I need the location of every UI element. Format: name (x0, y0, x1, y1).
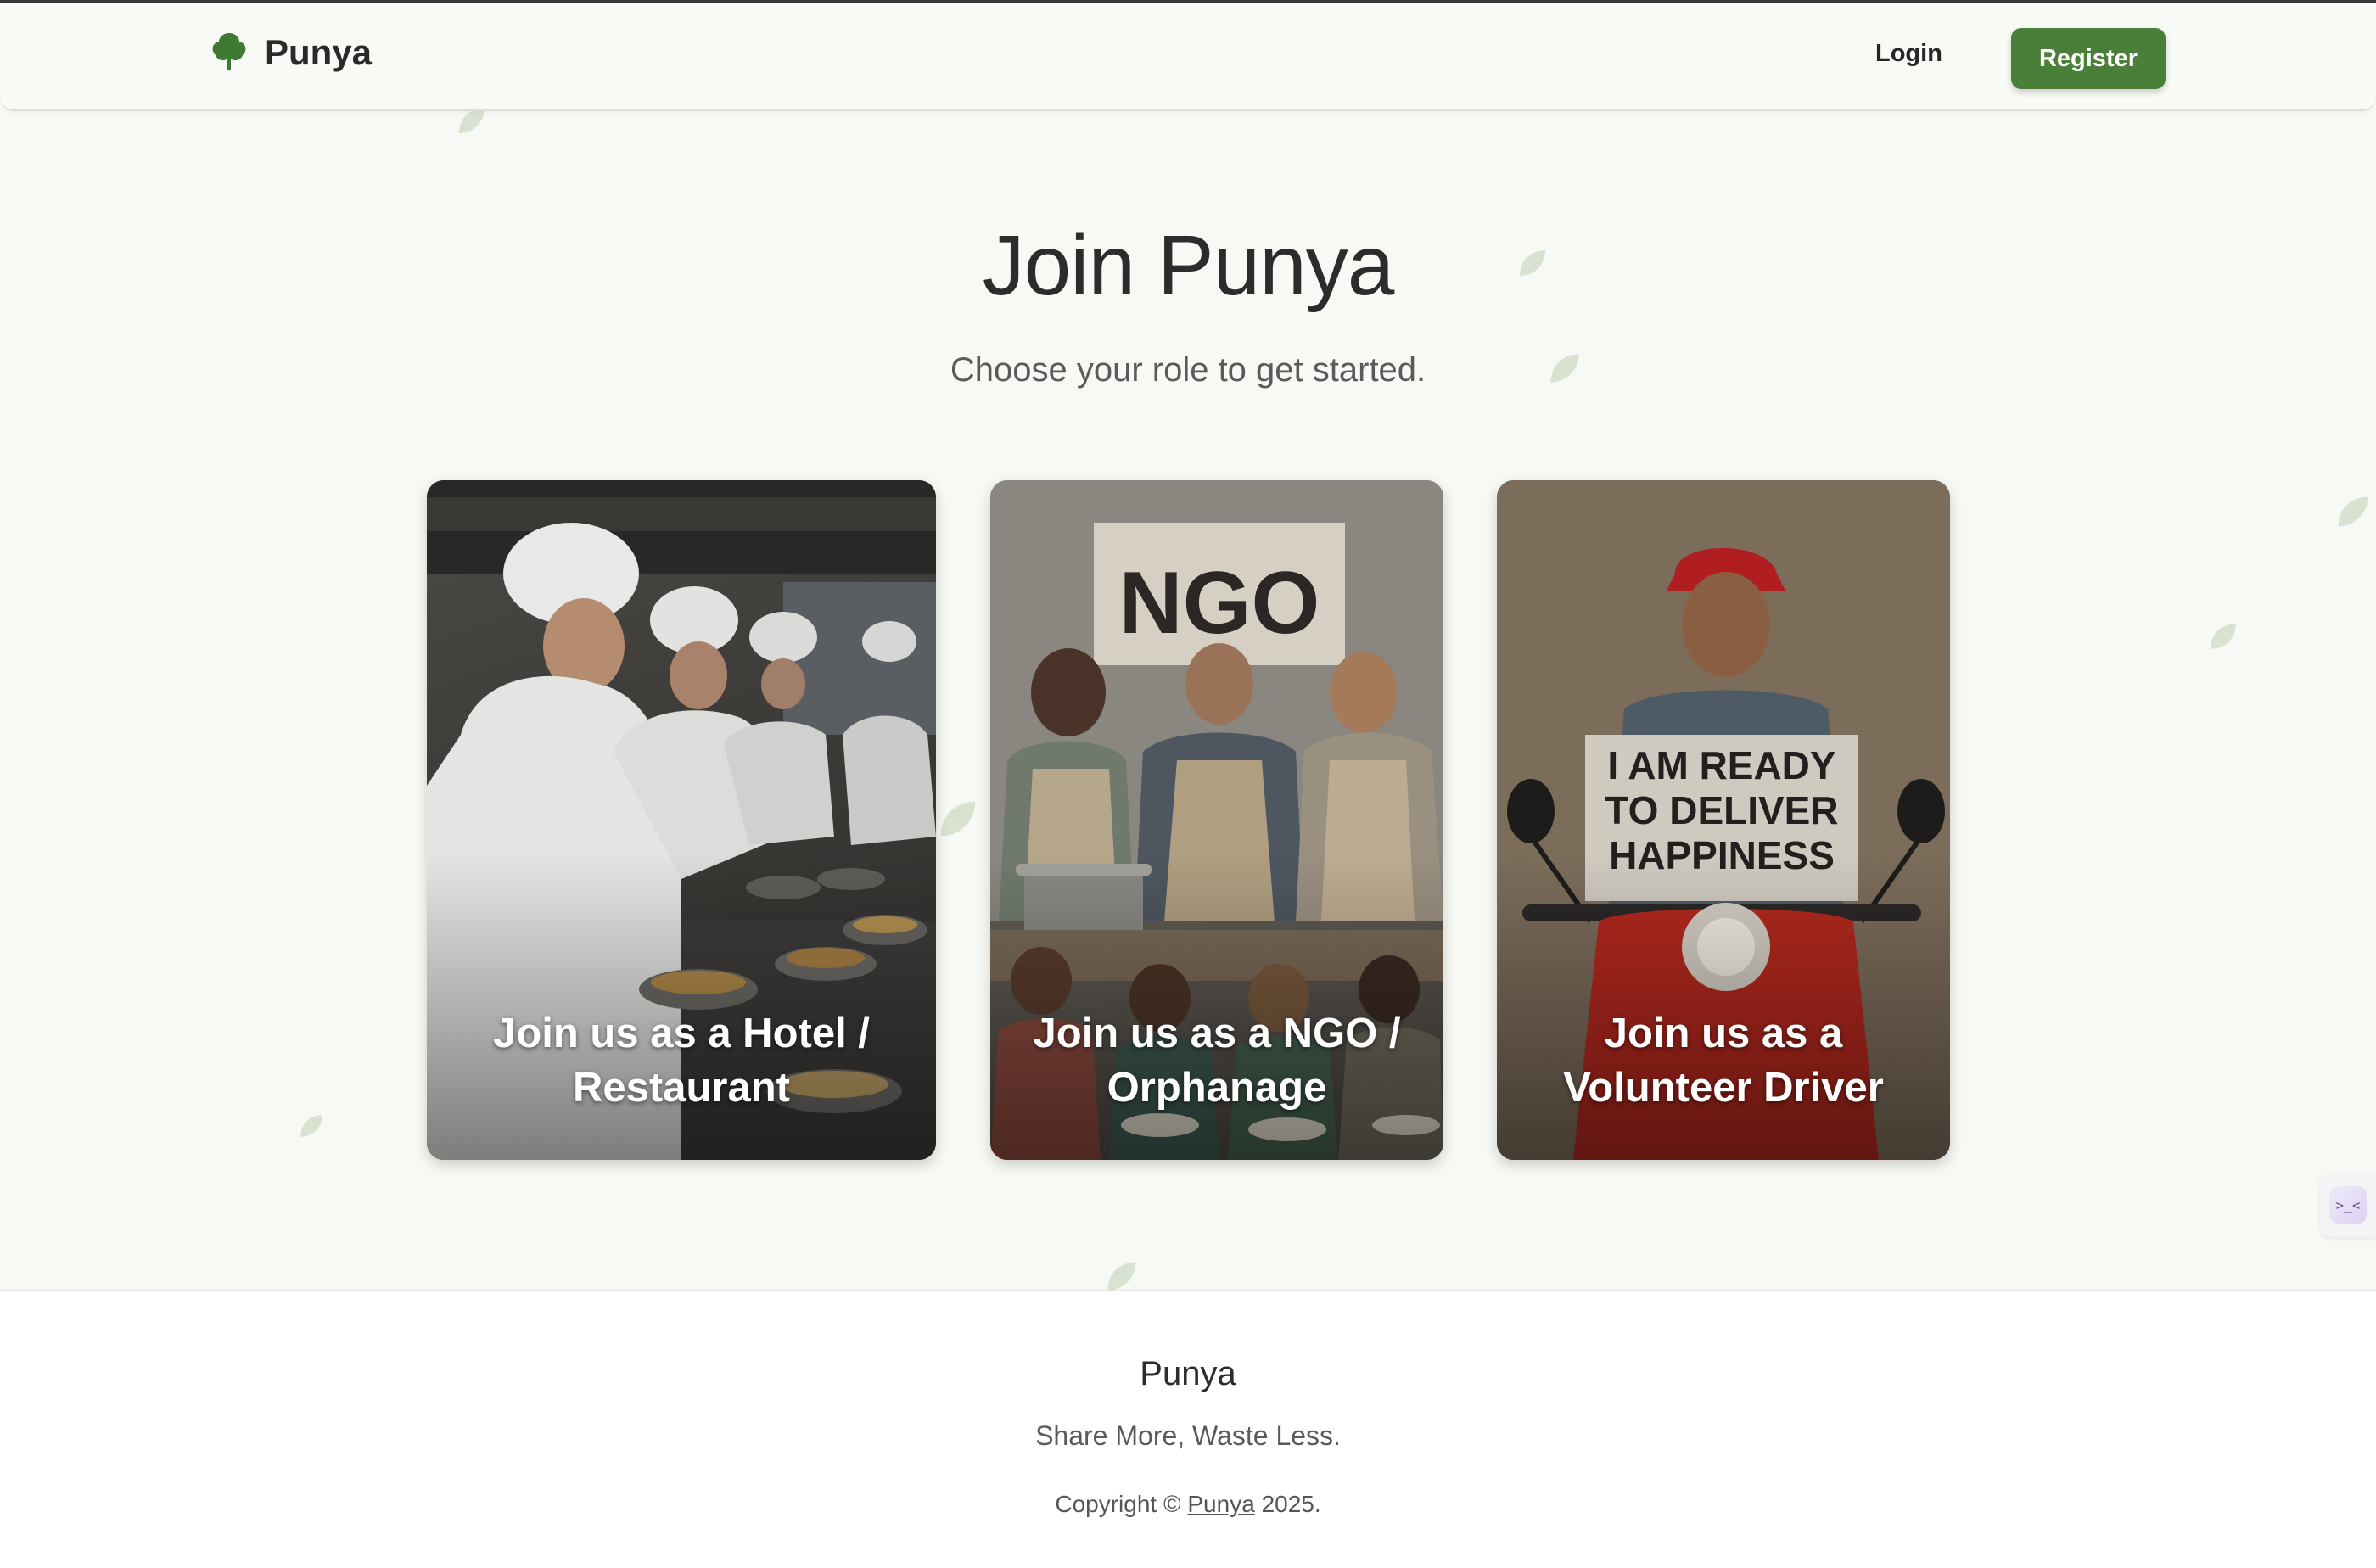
copyright-year: 2025. (1261, 1491, 1321, 1517)
page: Punya Login Register Join Punya Choose y… (0, 0, 2376, 1568)
hotel-restaurant-card-label: Join us as a Hotel / Restaurant (493, 1011, 870, 1111)
copyright-prefix: Copyright © (1055, 1491, 1181, 1517)
footer-brand: Punya (1140, 1355, 1236, 1392)
hotel-restaurant-role-card[interactable]: Join us as a Hotel / Restaurant (427, 480, 936, 1160)
footer-brand-link[interactable]: Punya (1187, 1491, 1254, 1517)
leaf-decoration-icon (940, 801, 976, 837)
leaf-logo-icon (212, 33, 246, 70)
ngo-orphanage-role-card[interactable]: NGO Join us as a NGO / Orphanage (990, 480, 1443, 1160)
login-link[interactable]: Login (1875, 40, 1942, 68)
leaf-decoration-icon (2338, 496, 2368, 527)
leaf-decoration-icon (300, 1115, 322, 1137)
volunteer-driver-role-card[interactable]: I AM READY TO DELIVER HAPPINESS Join us … (1497, 480, 1950, 1160)
assistant-widget-button[interactable]: >_< (2320, 1173, 2376, 1237)
footer: Punya Share More, Waste Less. Copyright … (0, 1290, 2376, 1568)
footer-tagline: Share More, Waste Less. (1035, 1420, 1341, 1451)
ngo-sign-text: NGO (1119, 554, 1320, 652)
brand-logo-link[interactable]: Punya (210, 31, 372, 74)
footer-copyright: Copyright © Punya 2025. (0, 1491, 2376, 1518)
driver-sign-line-1: I AM READY (1607, 743, 1835, 787)
driver-sign-line-2: TO DELIVER (1605, 788, 1838, 832)
brand-name: Punya (265, 32, 373, 72)
volunteer-driver-card-label: Join us as a Volunteer Driver (1563, 1011, 1884, 1111)
register-button[interactable]: Register (2011, 28, 2166, 89)
chat-assistant-icon: >_< (2329, 1186, 2367, 1224)
leaf-decoration-icon (2211, 624, 2236, 649)
page-title: Join Punya (982, 218, 1395, 313)
page-subtitle: Choose your role to get started. (950, 351, 1426, 389)
ngo-orphanage-card-label: Join us as a NGO / Orphanage (1033, 1011, 1401, 1111)
top-navbar: Punya Login Register (0, 0, 2376, 111)
